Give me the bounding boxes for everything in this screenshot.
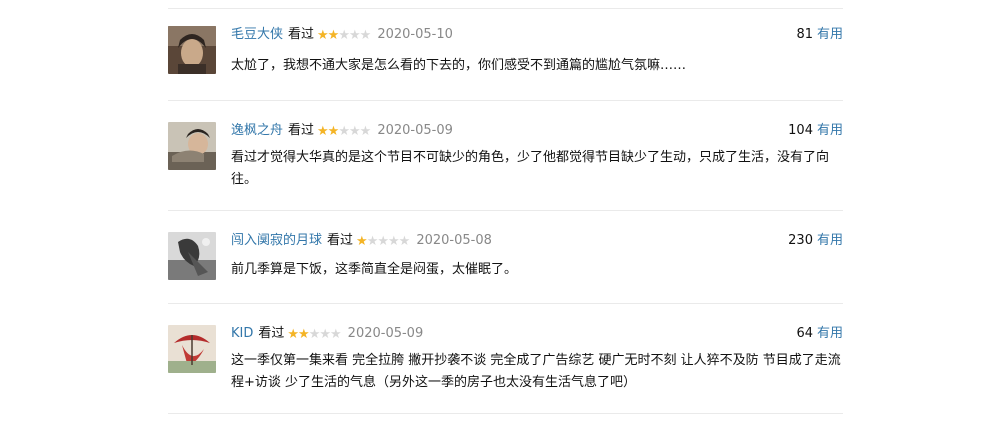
- star-empty-icon: ★★★★: [366, 234, 411, 249]
- vote-count: 230 有用: [788, 232, 843, 250]
- username-link[interactable]: 闯入阒寂的月球: [231, 233, 322, 248]
- vote-number: 104: [788, 123, 813, 138]
- comment-text: 太尬了，我想不通大家是怎么看的下去的，你们感受不到通篇的尴尬气氛嘛……: [231, 58, 687, 73]
- avatar[interactable]: [168, 26, 216, 74]
- comment-text: 前几季算是下饭，这季简直全是闷蛋，太催眠了。: [231, 262, 518, 277]
- comment-date: 2020-05-08: [416, 233, 492, 248]
- rating-stars: ★★★★★: [317, 123, 371, 141]
- rating-stars: ★★★★★: [317, 27, 371, 45]
- useful-button[interactable]: 有用: [817, 27, 843, 42]
- vote-number: 81: [796, 27, 813, 42]
- divider: [168, 8, 843, 9]
- divider: [168, 100, 843, 101]
- useful-button[interactable]: 有用: [817, 233, 843, 248]
- divider: [168, 413, 843, 414]
- star-empty-icon: ★★★: [308, 327, 342, 342]
- comment-meta: 毛豆大侠 看过 ★★★★★ 2020-05-10: [231, 26, 453, 44]
- watch-status: 看过: [288, 27, 315, 42]
- watch-status: 看过: [288, 123, 315, 138]
- comment-date: 2020-05-10: [377, 27, 453, 42]
- watch-status: 看过: [327, 233, 354, 248]
- star-filled-icon: ★★: [287, 327, 309, 342]
- divider: [168, 210, 843, 211]
- vote-count: 64 有用: [796, 325, 843, 343]
- rating-stars: ★★★★★: [356, 233, 411, 251]
- star-filled-icon: ★: [356, 234, 368, 249]
- comment-meta: 逸枫之舟 看过 ★★★★★ 2020-05-09: [231, 122, 453, 140]
- star-filled-icon: ★★: [317, 124, 339, 139]
- vote-count: 81 有用: [796, 26, 843, 44]
- username-link[interactable]: 毛豆大侠: [231, 27, 283, 42]
- avatar[interactable]: [168, 122, 216, 170]
- comment-date: 2020-05-09: [377, 123, 453, 138]
- watch-status: 看过: [258, 326, 285, 341]
- divider: [168, 303, 843, 304]
- username-link[interactable]: 逸枫之舟: [231, 123, 283, 138]
- rating-stars: ★★★★★: [287, 326, 342, 344]
- avatar[interactable]: [168, 232, 216, 280]
- star-filled-icon: ★★: [317, 28, 339, 43]
- star-empty-icon: ★★★: [338, 124, 371, 139]
- vote-count: 104 有用: [788, 122, 843, 140]
- comment-text: 这一季仅第一集来看 完全拉胯 撇开抄袭不谈 完全成了广告综艺 硬广无时不刻 让人…: [231, 353, 841, 390]
- useful-button[interactable]: 有用: [817, 123, 843, 138]
- comment-meta: 闯入阒寂的月球 看过 ★★★★★ 2020-05-08: [231, 232, 492, 250]
- vote-number: 230: [788, 233, 813, 248]
- useful-button[interactable]: 有用: [817, 326, 843, 341]
- vote-number: 64: [796, 326, 813, 341]
- comment-date: 2020-05-09: [347, 326, 424, 341]
- star-empty-icon: ★★★: [338, 28, 371, 43]
- comment-text: 看过才觉得大华真的是这个节目不可缺少的角色，少了他都觉得节目缺少了生动，只成了生…: [231, 150, 830, 187]
- username-link[interactable]: KID: [231, 326, 253, 341]
- avatar[interactable]: [168, 325, 216, 373]
- comment-meta: KID 看过 ★★★★★ 2020-05-09: [231, 325, 423, 343]
